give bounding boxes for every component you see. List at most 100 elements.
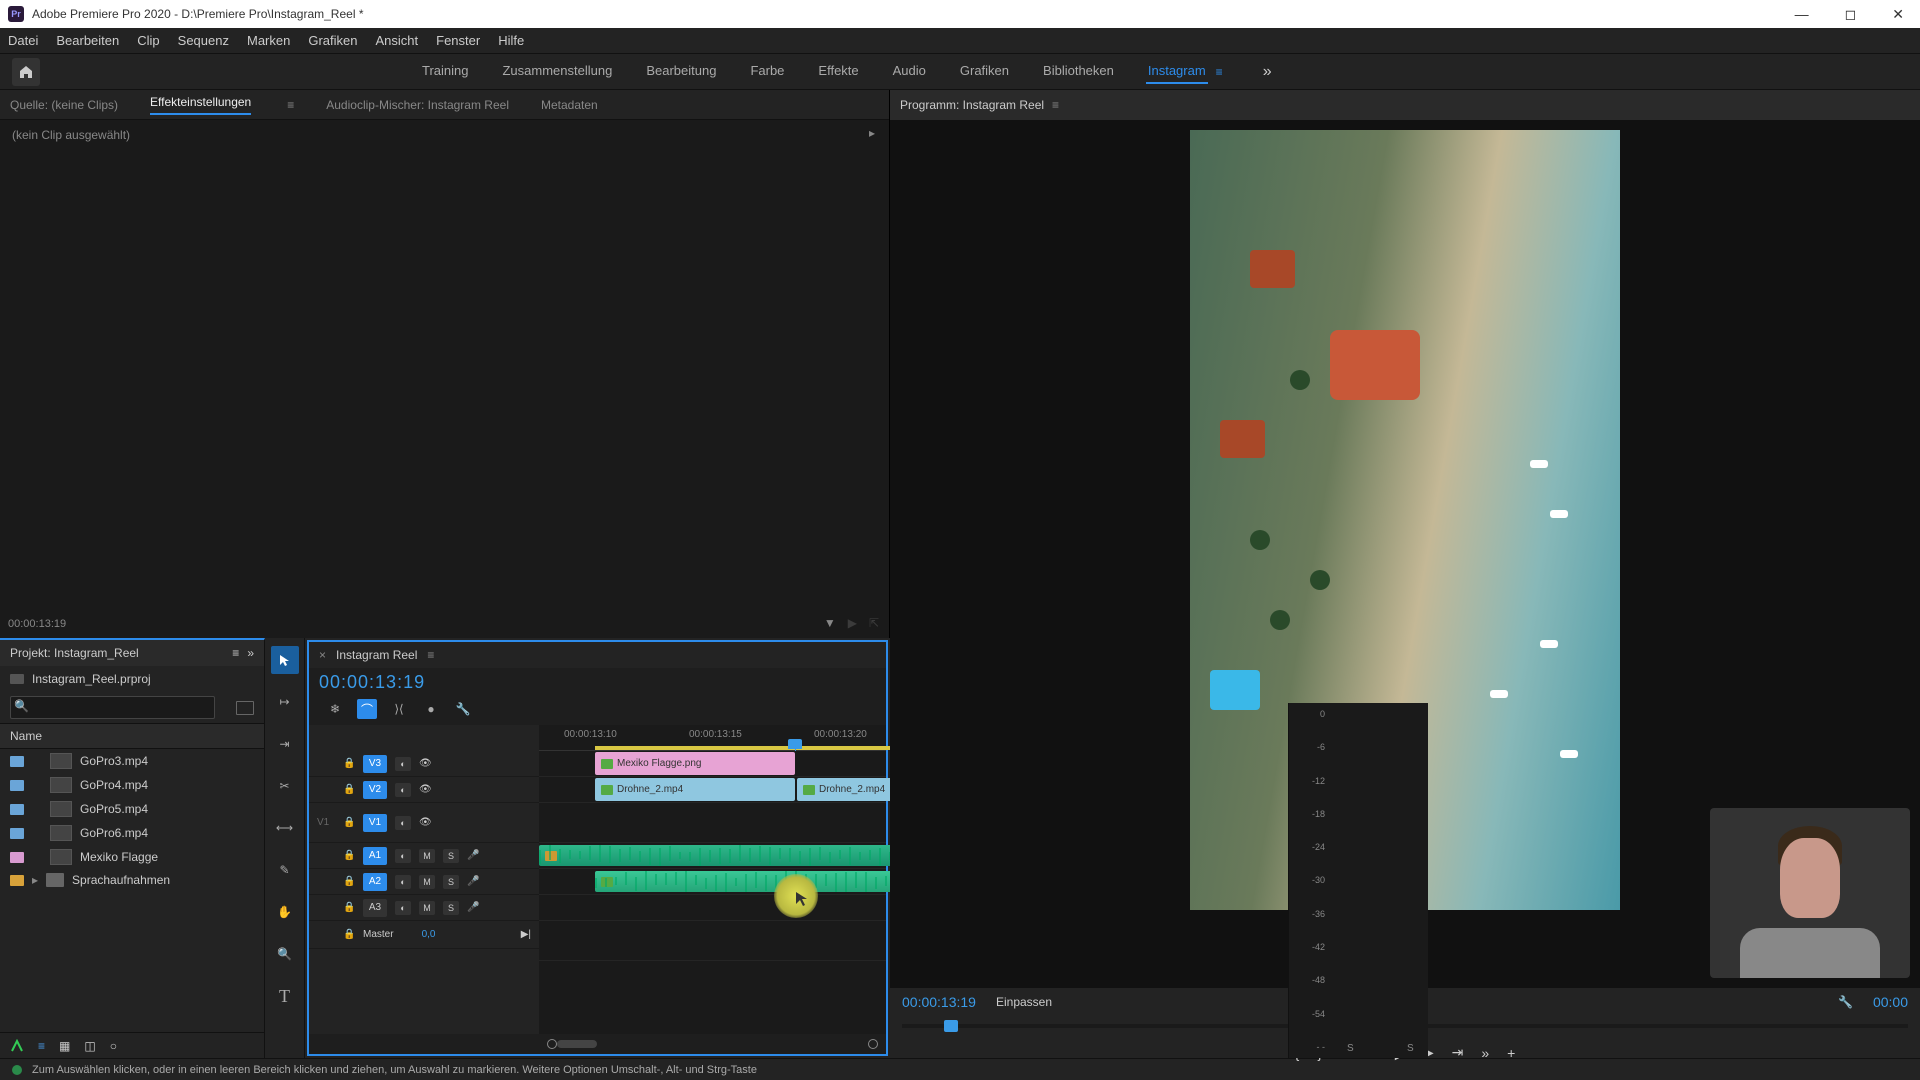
workspace-tab-bearbeitung[interactable]: Bearbeitung <box>644 59 718 84</box>
track-header-a2[interactable]: 🔒A2◐MS🎤 <box>309 869 539 895</box>
track-target-button[interactable]: V1 <box>363 814 387 832</box>
hand-tool[interactable]: ✋ <box>271 898 299 926</box>
project-search-input[interactable] <box>10 696 215 719</box>
effect-controls-tab[interactable]: Effekteinstellungen <box>150 95 251 115</box>
go-to-out-button[interactable]: ⇥ <box>1452 1044 1464 1061</box>
metadata-tab[interactable]: Metadaten <box>541 98 598 112</box>
sync-lock-icon[interactable]: ◐ <box>395 849 411 863</box>
master-track-header[interactable]: 🔒Master0,0▶| <box>309 921 539 949</box>
timeline-zoom-scrollbar[interactable] <box>557 1040 597 1048</box>
workspace-tab-bibliotheken[interactable]: Bibliotheken <box>1041 59 1116 84</box>
minimize-button[interactable]: — <box>1787 2 1817 27</box>
home-button[interactable] <box>12 58 40 86</box>
settings-icon[interactable]: 🔧 <box>453 699 473 719</box>
ripple-edit-tool[interactable]: ⇥ <box>271 730 299 758</box>
list-view-icon[interactable]: ≡ <box>38 1039 45 1053</box>
audio-track-a2[interactable] <box>539 869 886 895</box>
video-track-v1[interactable] <box>539 803 886 843</box>
track-header-v3[interactable]: 🔒 V3 ◐ 👁 <box>309 751 539 777</box>
marker-icon[interactable]: ● <box>421 699 441 719</box>
lock-icon[interactable]: 🔒 <box>343 758 355 769</box>
expand-icon[interactable]: ▸ <box>869 126 875 140</box>
source-tab[interactable]: Quelle: (keine Clips) <box>10 98 118 112</box>
track-header-v2[interactable]: 🔒V2◐👁 <box>309 777 539 803</box>
sync-lock-icon[interactable]: ◐ <box>395 757 411 771</box>
project-item[interactable]: Mexiko Flagge <box>0 845 264 869</box>
linked-selection-icon[interactable]: ⟩⟨ <box>389 699 409 719</box>
panel-menu-icon[interactable]: ≡ <box>232 646 239 660</box>
workspace-tab-zusammenstellung[interactable]: Zusammenstellung <box>500 59 614 84</box>
zoom-tool[interactable]: 🔍 <box>271 940 299 968</box>
menu-grafiken[interactable]: Grafiken <box>308 33 357 48</box>
visibility-icon[interactable]: 👁 <box>419 758 432 769</box>
icon-size-slider[interactable]: ○ <box>110 1039 117 1053</box>
track-header-v1[interactable]: V1🔒V1◐👁 <box>309 803 539 843</box>
snap-icon[interactable]: ❄ <box>325 699 345 719</box>
menu-clip[interactable]: Clip <box>137 33 159 48</box>
track-target-button[interactable]: A3 <box>363 899 387 917</box>
menu-datei[interactable]: Datei <box>8 33 38 48</box>
menu-fenster[interactable]: Fenster <box>436 33 480 48</box>
menu-hilfe[interactable]: Hilfe <box>498 33 524 48</box>
workspace-menu-icon[interactable]: ≡ <box>1216 65 1223 79</box>
track-select-tool[interactable]: ↦ <box>271 688 299 716</box>
new-item-icon[interactable] <box>10 1039 24 1053</box>
sync-lock-icon[interactable]: ◐ <box>395 816 411 830</box>
mute-button[interactable]: M <box>419 849 435 863</box>
project-item[interactable]: GoPro4.mp4 <box>0 773 264 797</box>
lock-icon[interactable]: 🔒 <box>343 929 355 940</box>
zoom-out-icon[interactable] <box>547 1039 557 1049</box>
sync-lock-icon[interactable]: ◐ <box>395 783 411 797</box>
playhead-handle[interactable] <box>788 739 802 749</box>
solo-button[interactable]: S <box>443 875 459 889</box>
panel-menu-icon[interactable]: ≡ <box>287 98 294 112</box>
lock-icon[interactable]: 🔒 <box>343 876 355 887</box>
track-target-button[interactable]: A2 <box>363 873 387 891</box>
project-item[interactable]: GoPro6.mp4 <box>0 821 264 845</box>
maximize-button[interactable]: ◻ <box>1837 2 1865 27</box>
workspace-tab-grafiken[interactable]: Grafiken <box>958 59 1011 84</box>
menu-bearbeiten[interactable]: Bearbeiten <box>56 33 119 48</box>
project-item[interactable]: ▸Sprachaufnahmen <box>0 869 264 891</box>
play-icon[interactable]: ▶ <box>848 616 857 630</box>
workspace-tab-instagram[interactable]: Instagram <box>1146 59 1208 84</box>
program-timecode-left[interactable]: 00:00:13:19 <box>902 994 976 1010</box>
filter-icon[interactable]: ▼ <box>824 616 836 630</box>
lock-icon[interactable]: 🔒 <box>343 817 355 828</box>
workspace-tab-farbe[interactable]: Farbe <box>748 59 786 84</box>
slip-tool[interactable]: ⟷ <box>271 814 299 842</box>
freeform-view-icon[interactable]: ▦ <box>59 1039 70 1053</box>
sequence-tab[interactable]: Instagram Reel <box>336 648 417 662</box>
audio-mixer-tab[interactable]: Audioclip-Mischer: Instagram Reel <box>326 98 509 112</box>
panel-expand-icon[interactable]: » <box>247 646 254 660</box>
visibility-icon[interactable]: 👁 <box>419 817 432 828</box>
project-item[interactable]: GoPro5.mp4 <box>0 797 264 821</box>
timeline-timecode[interactable]: 00:00:13:19 <box>319 672 425 693</box>
video-track-v2[interactable]: Drohne_2.mp4Drohne_2.mp4 <box>539 777 886 803</box>
selection-tool[interactable] <box>271 646 299 674</box>
audio-track-a3[interactable] <box>539 895 886 921</box>
pen-tool[interactable]: ✎ <box>271 856 299 884</box>
panel-menu-icon[interactable]: ≡ <box>427 648 434 662</box>
menu-marken[interactable]: Marken <box>247 33 290 48</box>
lock-icon[interactable]: 🔒 <box>343 850 355 861</box>
track-header-a1[interactable]: 🔒A1◐MS🎤 <box>309 843 539 869</box>
expand-icon[interactable]: ▸ <box>32 873 38 887</box>
voice-record-icon[interactable]: 🎤 <box>467 876 479 887</box>
mute-button[interactable]: M <box>419 875 435 889</box>
add-button[interactable]: + <box>1507 1045 1515 1061</box>
icon-view-button[interactable] <box>236 701 254 715</box>
track-target-button[interactable]: V3 <box>363 755 387 773</box>
workspace-tab-effekte[interactable]: Effekte <box>816 59 860 84</box>
clip[interactable]: Mexiko Flagge.png <box>595 752 795 775</box>
settings-icon[interactable]: 🔧 <box>1838 995 1853 1009</box>
workspace-more-icon[interactable]: » <box>1263 63 1272 81</box>
workspace-tab-training[interactable]: Training <box>420 59 470 84</box>
menu-ansicht[interactable]: Ansicht <box>375 33 418 48</box>
program-monitor-tab[interactable]: Programm: Instagram Reel <box>900 98 1044 112</box>
zoom-in-icon[interactable] <box>868 1039 878 1049</box>
solo-button[interactable]: S <box>443 901 459 915</box>
solo-button[interactable]: S <box>443 849 459 863</box>
magnet-icon[interactable]: ⌒ <box>357 699 377 719</box>
fit-dropdown[interactable]: Einpassen <box>996 995 1052 1009</box>
